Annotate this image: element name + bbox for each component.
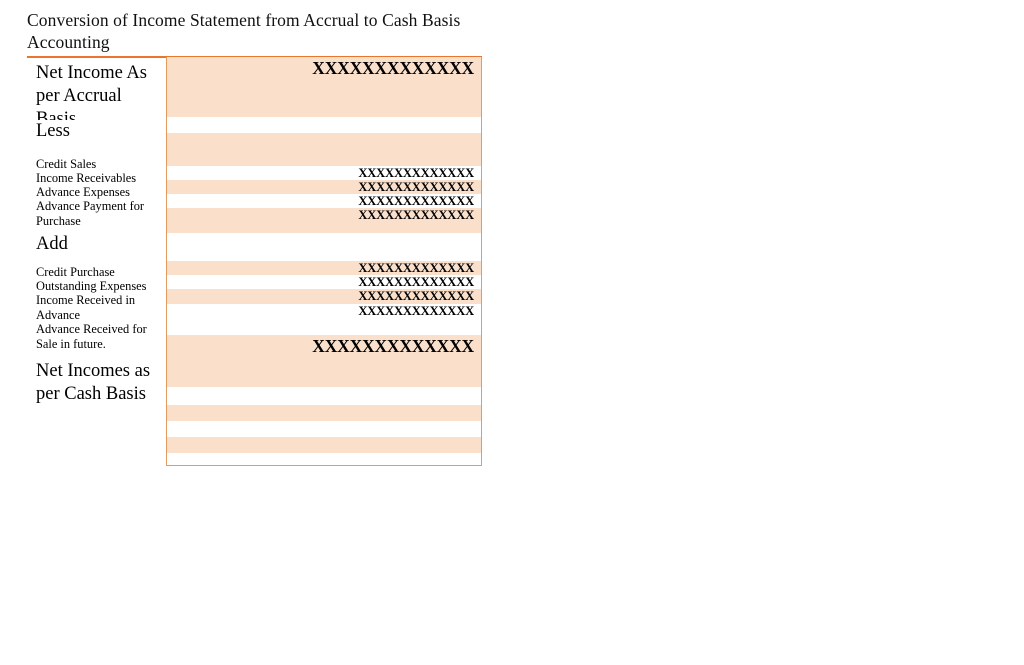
row-label: Advance Expenses [27, 185, 166, 201]
row-value: XXXXXXXXXXXXX [358, 261, 474, 275]
income-statement-title: Conversion of Income Statement from Accr… [27, 10, 461, 52]
table-row [167, 387, 481, 405]
row-label: Credit Purchase [27, 265, 166, 281]
table-row [167, 133, 481, 166]
row-label: Income Receivables [27, 171, 166, 187]
table-row: XXXXXXXXXXXXX [167, 180, 481, 194]
row-value: XXXXXXXXXXXXX [358, 166, 474, 180]
table-row: XXXXXXXXXXXXX [167, 275, 481, 289]
table-row: XXXXXXXXXXXXX [167, 194, 481, 208]
table-row [167, 233, 481, 261]
row-label: Less [27, 120, 166, 143]
row-label: Advance Payment for Purchase [27, 199, 166, 230]
table-row: XXXXXXXXXXXXX [167, 304, 481, 335]
row-value: XXXXXXXXXXXXX [312, 336, 474, 356]
table-row [167, 437, 481, 453]
table-row [167, 117, 481, 133]
row-label: Add [27, 233, 166, 256]
row-value: XXXXXXXXXXXXX [358, 180, 474, 194]
table-row: XXXXXXXXXXXXX [167, 208, 481, 233]
row-label: Advance Received for Sale in future. [27, 322, 166, 353]
row-label: Income Received in Advance [27, 293, 166, 324]
table-row: XXXXXXXXXXXXX [167, 57, 481, 117]
row-value: XXXXXXXXXXXXX [358, 289, 474, 303]
income-statement-table: XXXXXXXXXXXXX XXXXXXXXXXXXX XXXXXXXXXXXXX X… [166, 57, 482, 466]
table-row [167, 421, 481, 437]
balance-sheet-panel: Conversion of Balance Sheet from Accrual… [512, 0, 1024, 665]
table-row: XXXXXXXXXXXXX [167, 261, 481, 275]
row-label: Credit Sales [27, 157, 166, 173]
row-value: XXXXXXXXXXXXX [358, 275, 474, 289]
row-value: XXXXXXXXXXXXX [358, 304, 474, 318]
row-label: Net Incomes as per Cash Basis [27, 360, 166, 406]
table-row [167, 405, 481, 421]
row-value: XXXXXXXXXXXXX [312, 58, 474, 78]
table-row: XXXXXXXXXXXXX [167, 335, 481, 387]
table-row: XXXXXXXXXXXXX [167, 289, 481, 304]
row-label: Outstanding Expenses [27, 279, 166, 295]
income-statement-panel: Conversion of Income Statement from Accr… [0, 0, 512, 665]
row-value: XXXXXXXXXXXXX [358, 208, 474, 222]
row-value: XXXXXXXXXXXXX [358, 194, 474, 208]
table-row: XXXXXXXXXXXXX [167, 166, 481, 180]
